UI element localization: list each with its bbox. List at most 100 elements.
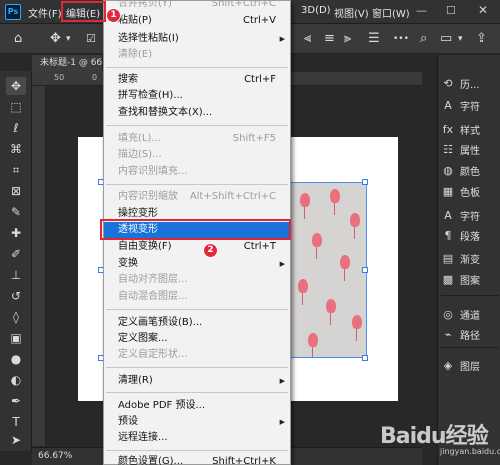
align-left-icon[interactable]: ⫷ [304,31,311,47]
menu-divider [106,367,288,368]
menu-item-spell-check[interactable]: 拼写检查(H)... [104,88,290,104]
more-options-icon[interactable]: ••• [393,31,409,47]
panel-collapse-strip [422,55,437,465]
menu-item-remote-connections[interactable]: 远程连接... [104,430,290,446]
workspace-chevron-icon[interactable]: ▾ [458,31,463,47]
marquee-tool-icon[interactable]: ⬚ [6,98,26,116]
transform-handle[interactable] [362,179,368,185]
dodge-tool-icon[interactable]: ◐ [6,371,26,389]
paragraph-icon: ¶ [444,228,452,242]
menu-item-fill[interactable]: 填充(L)... Shift+F5 [104,131,290,147]
clone-stamp-tool-icon[interactable]: ⊥ [6,266,26,284]
type-tool-icon[interactable]: T [6,413,26,431]
pen-tool-icon[interactable]: ✒ [6,392,26,410]
path-select-tool-icon[interactable]: ➤ [6,431,26,449]
panel-character[interactable]: A 字符 [441,95,499,115]
share-icon[interactable]: ⇪ [476,31,487,47]
menu-item-copy-merged[interactable]: 合并拷贝(Y) Shift+Ctrl+C [104,0,290,12]
menu-item-purge[interactable]: 清理(R) ▶ [104,373,290,389]
menu-view[interactable]: 视图(V) [334,5,369,20]
menu-item-paste-special[interactable]: 选择性粘贴(I) ▶ [104,31,290,47]
panel-layers[interactable]: ◈ 图层 [441,355,499,375]
menu-item-color-settings[interactable]: 颜色设置(G)... Shift+Ctrl+K [104,454,290,465]
panel-color[interactable]: ◍ 颜色 [441,160,499,180]
move-tool-icon[interactable]: ✥ [50,31,61,47]
panel-properties[interactable]: ☷ 属性 [441,139,499,159]
menu-item-search[interactable]: 搜索 Ctrl+F [104,72,290,88]
menu-item-content-aware-scale[interactable]: 内容识别缩放 Alt+Shift+Ctrl+C [104,189,290,205]
gradient-tool-icon[interactable]: ▣ [6,329,26,347]
quick-select-tool-icon[interactable]: ⌘ [6,140,26,158]
photoshop-logo: Ps [5,4,21,20]
menu-item-paste[interactable]: 粘贴(P) Ctrl+V [104,13,290,29]
menu-item-clear[interactable]: 清除(E) [104,47,290,63]
minimize-icon[interactable]: — [416,4,427,17]
menu-file[interactable]: 文件(F) [28,5,62,20]
menu-item-stroke[interactable]: 描边(S)... [104,147,290,163]
character-icon: A [444,98,452,112]
document-tab[interactable]: 未标题-1 @ 66.7% [32,55,102,72]
align-right-icon[interactable]: ⫸ [344,31,351,47]
eyedropper-tool-icon[interactable]: ✎ [6,203,26,221]
history-brush-tool-icon[interactable]: ↺ [6,287,26,305]
chevron-down-icon[interactable]: ▾ [66,31,71,47]
menu-item-define-brush[interactable]: 定义画笔预设(B)... [104,315,290,331]
type-icon: A [444,208,452,222]
maximize-icon[interactable]: ☐ [446,4,456,17]
submenu-arrow-icon: ▶ [279,377,285,385]
panel-channels[interactable]: ◎ 通道 [441,304,499,324]
history-icon: ⟲ [443,76,453,90]
menu-item-define-pattern[interactable]: 定义图案... [104,331,290,347]
blur-tool-icon[interactable]: ● [6,350,26,368]
frame-tool-icon[interactable]: ⊠ [6,182,26,200]
menu-divider [106,392,288,393]
panel-paths[interactable]: ⌁ 路径 [441,324,499,344]
home-icon[interactable]: ⌂ [14,31,22,47]
panel-styles[interactable]: fx 样式 [441,119,499,139]
menu-item-transform[interactable]: 变换 ▶ [104,256,290,272]
panel-history[interactable]: ⟲ 历... [441,73,499,93]
submenu-arrow-icon: ▶ [279,418,285,426]
search-icon[interactable]: ⌕ [420,31,427,47]
panel-paragraph[interactable]: ¶ 段落 [441,225,499,245]
align-center-icon[interactable]: ≡ [324,31,335,47]
menu-divider [106,309,288,310]
move-tool-icon[interactable]: ✥ [6,77,26,95]
healing-brush-tool-icon[interactable]: ✚ [6,224,26,242]
ruler-mark: 0 [92,73,98,82]
channels-icon: ◎ [443,307,453,321]
menu-3d[interactable]: 3D(D) [301,5,331,16]
swatches-icon: ▦ [442,184,454,198]
ruler-mark: 50 [54,73,65,82]
gradient-icon: ▤ [442,251,454,265]
panel-gradients[interactable]: ▤ 渐变 [441,248,499,268]
lasso-tool-icon[interactable]: ℓ [6,119,26,137]
menu-item-auto-align-layers[interactable]: 自动对齐图层... [104,272,290,288]
menu-item-free-transform[interactable]: 自由变换(F) Ctrl+T [104,239,290,255]
menu-item-find-replace[interactable]: 查找和替换文本(X)... [104,105,290,121]
menu-divider [106,184,288,185]
crop-tool-icon[interactable]: ⌗ [6,161,26,179]
panel-character-2[interactable]: A 字符 [441,205,499,225]
menu-item-auto-blend-layers[interactable]: 自动混合图层... [104,289,290,305]
zoom-level[interactable]: 66.67% [38,451,72,461]
flamingo-image-layer[interactable] [289,182,367,358]
distribute-icon[interactable]: ☰ [368,31,380,47]
menu-item-content-aware-fill[interactable]: 内容识别填充... [104,164,290,180]
transform-handle[interactable] [362,267,368,273]
menu-item-define-shape[interactable]: 定义自定形状... [104,347,290,363]
panel-patterns[interactable]: ▩ 图案 [441,269,499,289]
menu-window[interactable]: 窗口(W) [372,5,410,20]
layers-icon: ◈ [443,358,453,372]
transform-handle[interactable] [362,355,368,361]
menu-item-presets[interactable]: 预设 ▶ [104,414,290,430]
panel-swatches[interactable]: ▦ 色板 [441,181,499,201]
step-1-badge: 1 [106,8,121,23]
workspace-icon[interactable]: ▭ [440,31,452,47]
brush-tool-icon[interactable]: ✐ [6,245,26,263]
close-icon[interactable]: ✕ [478,3,488,17]
eraser-tool-icon[interactable]: ◊ [6,308,26,326]
properties-icon: ☷ [443,142,453,156]
checkbox-icon[interactable]: ☑ [86,31,96,47]
menu-item-pdf-presets[interactable]: Adobe PDF 预设... [104,398,290,414]
